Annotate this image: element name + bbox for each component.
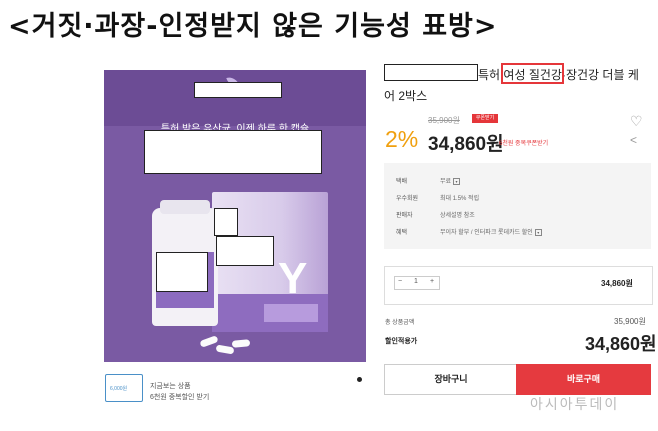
chevron-down-icon[interactable]: ▾: [534, 228, 542, 236]
info-panel: [384, 163, 651, 249]
quantity-stepper[interactable]: − 1 +: [394, 276, 440, 290]
redacted-tagline: [144, 130, 322, 174]
discount-label: 할인적용가: [385, 338, 418, 345]
original-price: 35,900원: [428, 116, 460, 125]
minus-button[interactable]: −: [398, 278, 402, 285]
sale-price: 34,860원: [428, 134, 504, 155]
discount-price: 34,860원: [585, 334, 657, 354]
line-price: 34,860원: [601, 279, 633, 288]
info-value-text: 무이자 할부 / 인터파크 롯데카드 할인: [440, 230, 533, 236]
discount-rate: 2%: [385, 126, 419, 152]
heart-icon[interactable]: ♡: [630, 113, 643, 130]
carousel-dot[interactable]: [357, 377, 362, 382]
promo-link[interactable]: 6천원 중복할인 받기: [150, 392, 209, 402]
chevron-down-icon[interactable]: ▾: [453, 177, 461, 185]
decorative-dots: • • • •: [226, 92, 256, 99]
bottle-cap: [160, 200, 210, 214]
info-value-shipping: 무료 ▾: [440, 176, 461, 185]
buy-now-button[interactable]: 바로구매: [516, 364, 651, 395]
info-value-seller: 상세설명 참조: [440, 213, 475, 219]
info-value-member: 최대 1.5% 적립: [440, 196, 480, 202]
redacted-box-name: [216, 236, 274, 266]
redacted-bottle-name: [156, 252, 208, 292]
coupon-badge[interactable]: 쿠폰받기: [472, 114, 498, 123]
product-image: • • • • 특허 받은 유산균, 이젠 하루 한 캡슐 Y Y: [104, 70, 366, 362]
redacted-box-mark: [214, 208, 238, 236]
promo-line1: 지금보는 상품: [150, 383, 191, 390]
coupon-link[interactable]: 6천원 중복쿠폰받기: [499, 138, 548, 147]
info-value-text: 무료: [440, 179, 452, 185]
info-label-shipping: 택배: [396, 179, 408, 185]
box-letter: Y: [278, 254, 308, 303]
share-icon[interactable]: <: [630, 133, 637, 147]
info-value-benefit: 무이자 할부 / 인터파크 롯데카드 할인 ▾: [440, 227, 542, 236]
quantity-value[interactable]: 1: [414, 278, 418, 285]
headline: <거짓·과장-인정받지 않은 기능성 표방>: [8, 11, 498, 42]
total-value: 35,900원: [614, 317, 646, 326]
total-label: 총 상품금액: [385, 320, 415, 326]
box-label: [264, 304, 318, 322]
promo-amount: 6,000원: [110, 386, 128, 392]
info-label-benefit: 혜택: [396, 230, 408, 236]
info-label-seller: 판매자: [396, 213, 413, 219]
plus-button[interactable]: +: [430, 278, 434, 285]
redacted-title-brand: [384, 64, 478, 81]
info-label-member: 우수회원: [396, 196, 419, 202]
product-title-line2: 어 2박스: [384, 89, 428, 103]
capsule: [231, 339, 251, 348]
highlight-box: [501, 63, 564, 84]
cart-button[interactable]: 장바구니: [384, 364, 518, 395]
watermark: 아시아투데이: [530, 397, 620, 413]
